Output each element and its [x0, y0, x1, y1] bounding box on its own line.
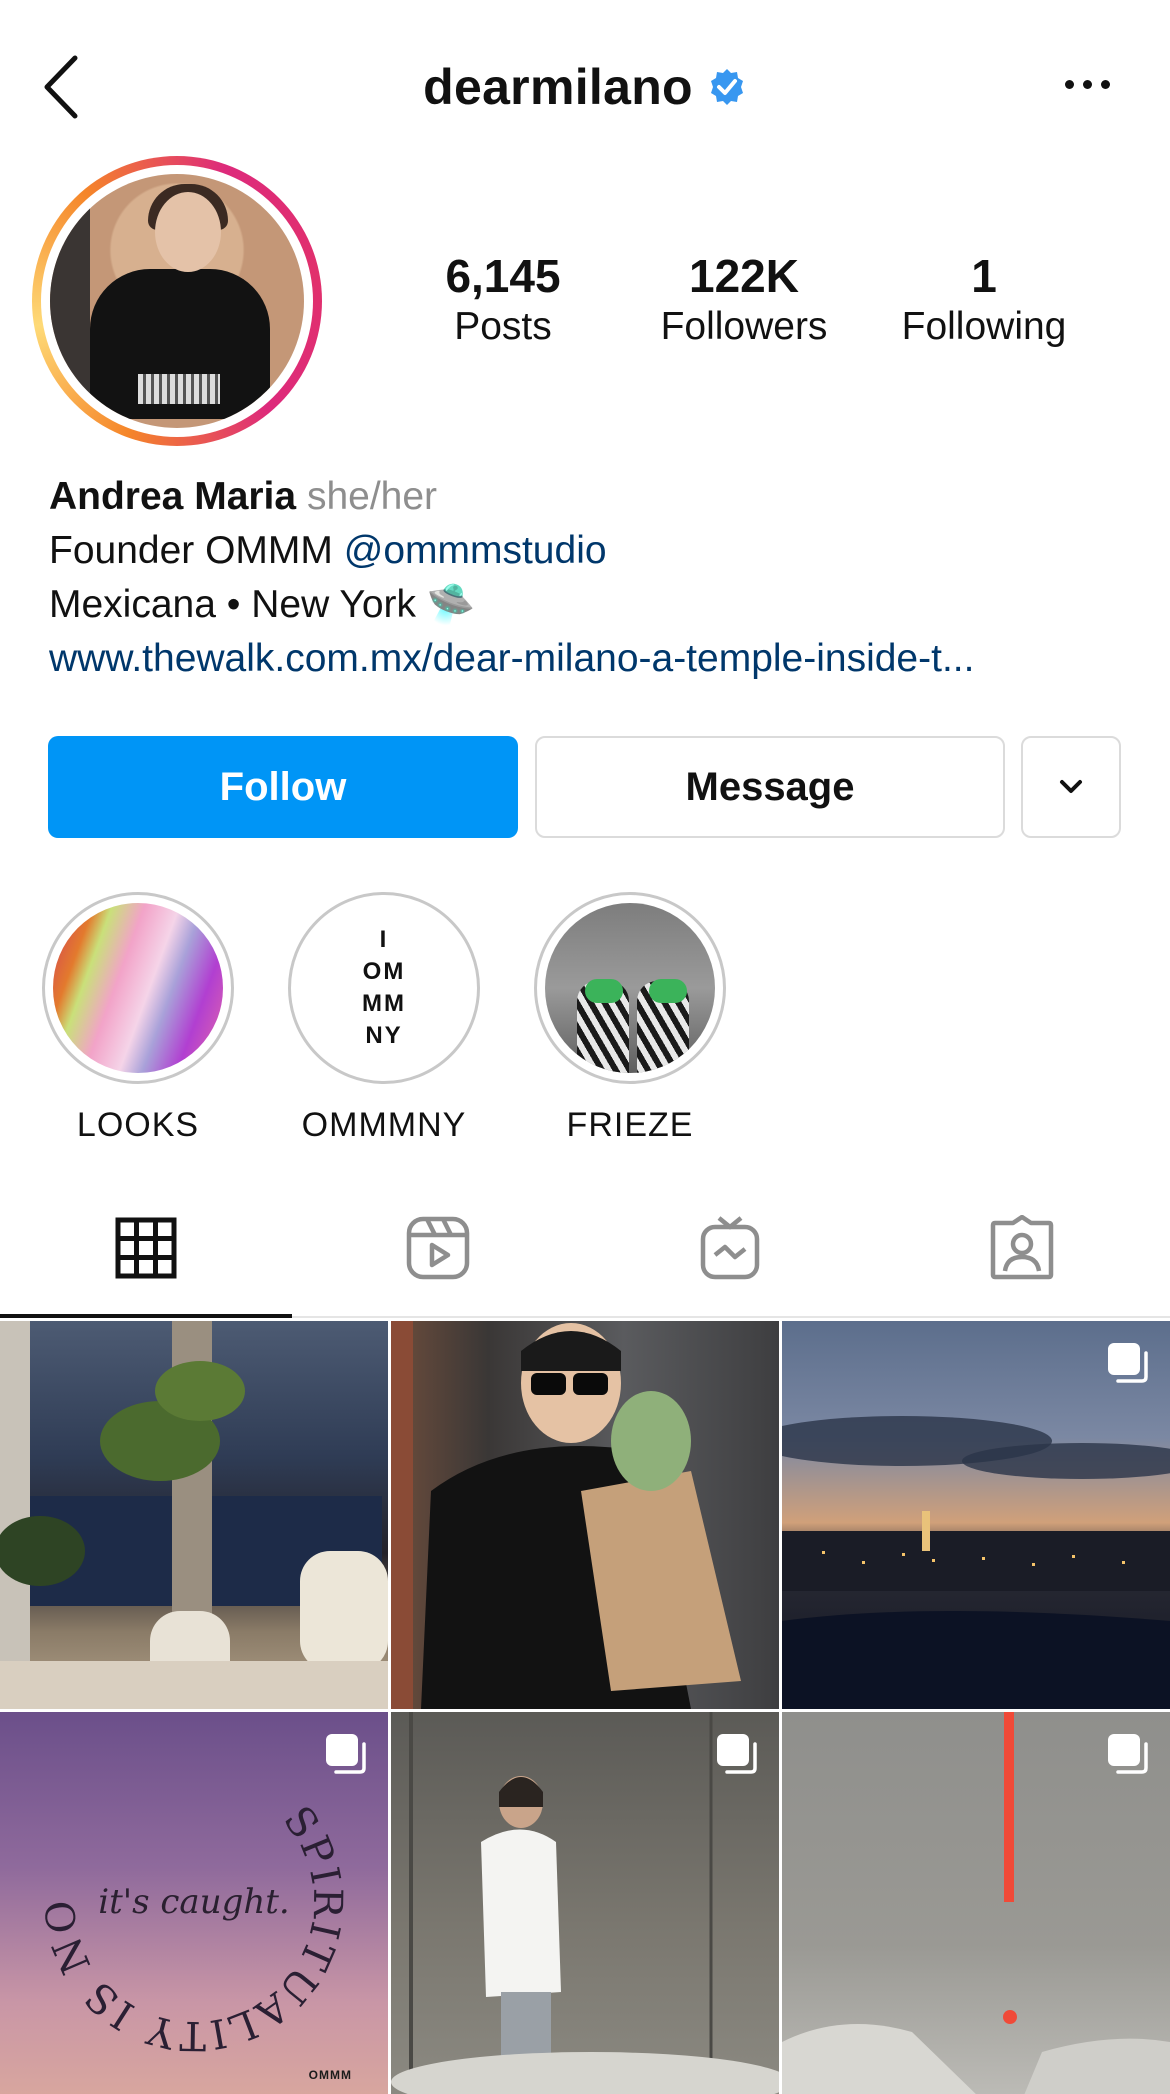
posts-label: Posts — [454, 305, 552, 348]
tagged-person-icon — [990, 1215, 1054, 1280]
followers-label: Followers — [660, 305, 828, 348]
posts-count: 6,145 — [445, 250, 561, 302]
follow-button[interactable]: Follow — [48, 736, 518, 838]
post-thumbnail[interactable] — [391, 1712, 779, 2094]
highlight-looks[interactable]: LOOKS — [42, 892, 234, 1145]
post-image — [0, 1321, 388, 1709]
highlight-cover — [53, 903, 223, 1073]
quote-center-text: it's caught. — [98, 1882, 290, 1922]
carousel-multiple-icon — [1108, 1734, 1148, 1774]
post-thumbnail[interactable] — [782, 1712, 1170, 2094]
reels-icon — [406, 1216, 470, 1280]
profile-tabs — [0, 1180, 1170, 1318]
bio-text: Founder OMMM — [49, 529, 344, 572]
profile-username: dearmilano — [423, 59, 693, 115]
post-thumbnail[interactable]: SPIRITUALITY IS NOT TAUGHT. it's caught.… — [0, 1712, 388, 2094]
post-thumbnail[interactable] — [782, 1321, 1170, 1709]
carousel-multiple-icon — [326, 1734, 366, 1774]
highlight-cover: I OM MM NY — [299, 903, 469, 1073]
bio-mention-link[interactable]: @ommmstudio — [344, 529, 607, 572]
highlight-frieze[interactable]: FRIEZE — [534, 892, 726, 1145]
highlight-label: LOOKS — [76, 1106, 200, 1144]
post-image — [391, 1321, 741, 1709]
carousel-multiple-icon — [1108, 1343, 1148, 1383]
tab-reels[interactable] — [292, 1180, 584, 1316]
more-options-button[interactable] — [1065, 80, 1110, 89]
bio-location: Mexicana • New York 🛸 — [49, 583, 476, 626]
post-thumbnail[interactable] — [0, 1321, 388, 1709]
following-label: Following — [901, 305, 1067, 348]
top-bar: dearmilano — [0, 0, 1170, 180]
profile-avatar-story-ring[interactable] — [32, 156, 322, 446]
followers-count: 122K — [689, 250, 799, 302]
avatar — [50, 174, 304, 428]
igtv-icon — [700, 1216, 760, 1280]
stat-following[interactable]: 1 Following — [874, 250, 1094, 352]
message-button[interactable]: Message — [535, 736, 1005, 838]
profile-bio: Andrea Maria she/her Founder OMMM @ommms… — [49, 470, 1139, 686]
carousel-multiple-icon — [717, 1734, 757, 1774]
brand-mark: OMMM — [308, 2068, 352, 2082]
pronouns: she/her — [306, 475, 438, 518]
tab-tagged[interactable] — [876, 1180, 1168, 1316]
display-name: Andrea Maria — [49, 475, 297, 518]
highlight-label: OMMMNY — [301, 1106, 467, 1144]
post-thumbnail[interactable] — [391, 1321, 779, 1709]
stat-followers[interactable]: 122K Followers — [634, 250, 854, 352]
highlight-ommmny[interactable]: I OM MM NY OMMMNY — [288, 892, 480, 1145]
highlight-cover — [545, 903, 715, 1073]
following-count: 1 — [971, 250, 997, 302]
tab-posts-grid[interactable] — [0, 1180, 292, 1318]
more-dots-icon — [1065, 80, 1074, 89]
tab-igtv[interactable] — [584, 1180, 876, 1316]
verified-badge-icon — [710, 69, 743, 105]
grid-icon — [115, 1217, 177, 1279]
suggested-accounts-button[interactable] — [1021, 736, 1121, 838]
website-link[interactable]: www.thewalk.com.mx/dear-milano-a-temple-… — [49, 632, 1139, 686]
chevron-down-icon — [1060, 780, 1082, 793]
stat-posts[interactable]: 6,145 Posts — [393, 250, 613, 352]
highlight-label: FRIEZE — [566, 1106, 694, 1144]
